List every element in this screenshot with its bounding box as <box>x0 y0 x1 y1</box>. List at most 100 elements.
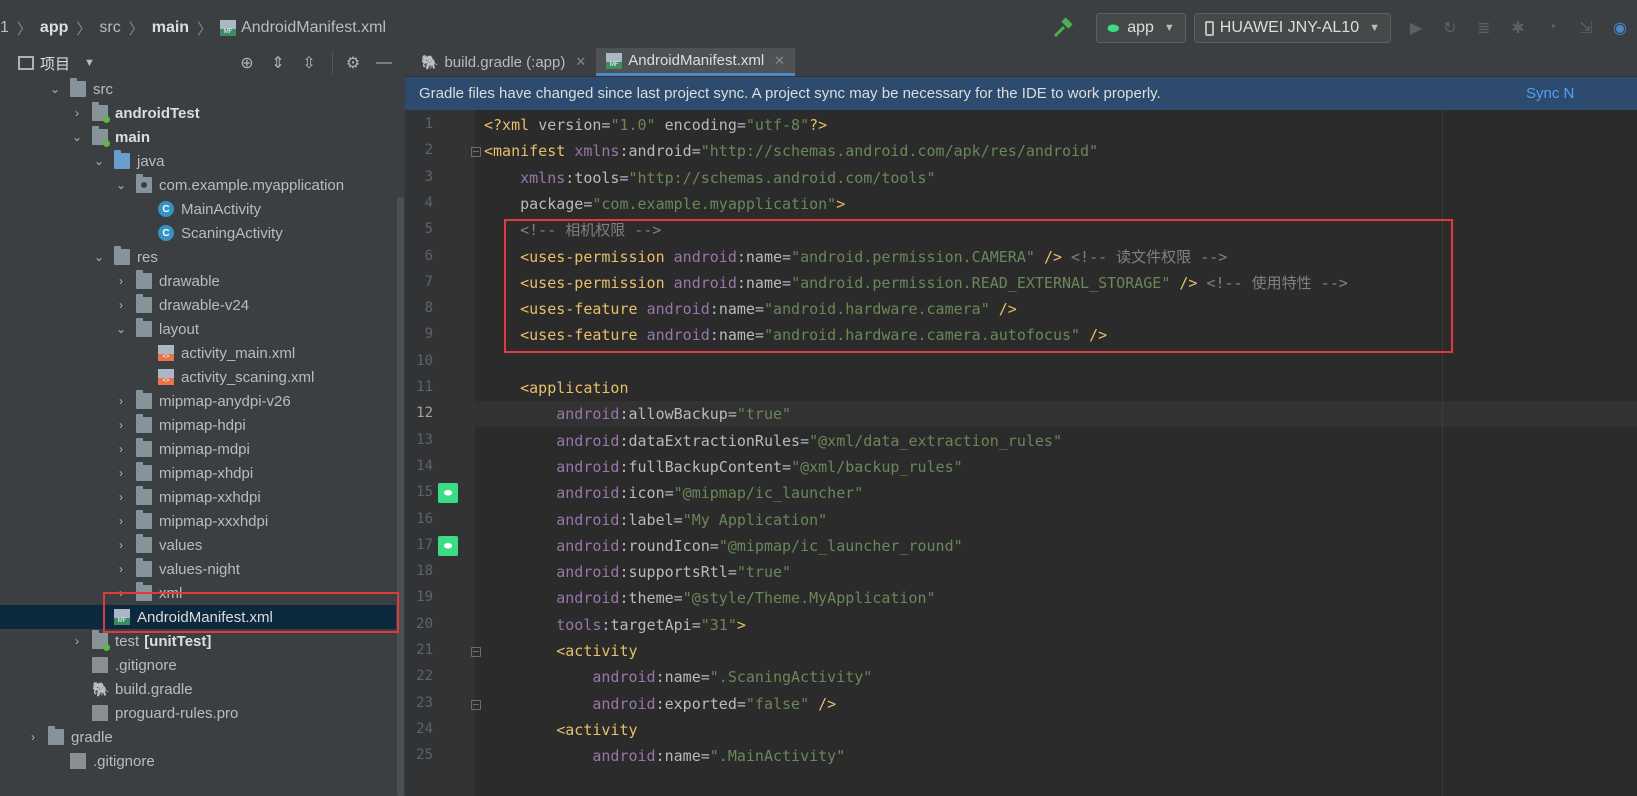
sync-now-link[interactable]: Sync N <box>1526 85 1574 102</box>
android-icon[interactable]: ⬬ <box>438 536 458 556</box>
chevron-down-icon[interactable]: ⌄ <box>92 154 106 168</box>
chevron-down-icon[interactable]: ▼ <box>84 57 95 69</box>
hammer-icon[interactable] <box>1050 15 1076 41</box>
run-icon[interactable]: ▶ <box>1405 17 1427 39</box>
chevron-right-icon[interactable]: › <box>114 394 128 408</box>
chevron-right-icon[interactable]: › <box>114 298 128 312</box>
code-line[interactable]: android:dataExtractionRules="@xml/data_e… <box>484 428 1062 454</box>
gear-icon[interactable]: ⚙ <box>342 52 364 74</box>
close-icon[interactable]: ✕ <box>774 53 785 69</box>
code-line[interactable]: android:theme="@style/Theme.MyApplicatio… <box>484 585 935 611</box>
tree-item-androidtest[interactable]: › androidTest <box>0 101 396 125</box>
chevron-right-icon[interactable]: › <box>114 538 128 552</box>
run-config-select[interactable]: ⬬ app ▼ <box>1096 13 1186 43</box>
tree-item-root-gitignore[interactable]: .gitignore <box>0 749 396 773</box>
fold-marker-icon[interactable] <box>471 147 481 158</box>
chevron-right-icon[interactable]: › <box>70 106 84 120</box>
chevron-right-icon[interactable]: › <box>70 634 84 648</box>
code-line[interactable]: android:roundIcon="@mipmap/ic_launcher_r… <box>484 533 962 559</box>
tree-item-mipmap-anydpi[interactable]: › mipmap-anydpi-v26 <box>0 389 396 413</box>
tree-item-activity-main-xml[interactable]: <> activity_main.xml <box>0 341 396 365</box>
breadcrumb-app[interactable]: app <box>40 19 68 37</box>
tree-item-main[interactable]: ⌄ main <box>0 125 396 149</box>
code-line[interactable]: xmlns:tools="http://schemas.android.com/… <box>484 165 935 191</box>
close-icon[interactable]: ✕ <box>575 54 586 70</box>
chevron-right-icon[interactable]: › <box>114 562 128 576</box>
globe-icon[interactable]: ◉ <box>1609 17 1631 39</box>
tree-item-drawable-v24[interactable]: › drawable-v24 <box>0 293 396 317</box>
tree-item-values-night[interactable]: › values-night <box>0 557 396 581</box>
profile-icon[interactable]: ◔ <box>1541 17 1563 39</box>
minimize-icon[interactable]: — <box>373 52 395 74</box>
tree-item-java[interactable]: ⌄ java <box>0 149 396 173</box>
breadcrumb-main[interactable]: main <box>152 19 189 37</box>
device-select[interactable]: HUAWEI JNY-AL10 ▼ <box>1193 13 1391 43</box>
code-line[interactable]: android:exported="false" /> <box>484 691 836 717</box>
chevron-down-icon[interactable]: ⌄ <box>48 82 62 96</box>
code-line[interactable]: android:fullBackupContent="@xml/backup_r… <box>484 454 962 480</box>
breadcrumb-file[interactable]: AndroidManifest.xml <box>241 19 386 37</box>
coverage-icon[interactable]: ≣ <box>1473 17 1495 39</box>
code-line[interactable]: android:name=".ScaningActivity" <box>484 664 872 690</box>
tab-build-gradle[interactable]: 🐘 build.gradle (:app) ✕ <box>411 48 596 76</box>
line-number: 24 <box>416 720 433 737</box>
chevron-right-icon[interactable]: › <box>26 730 40 744</box>
code-line[interactable]: <activity <box>484 717 637 743</box>
apply-changes-icon[interactable]: ↻ <box>1439 17 1461 39</box>
code-line[interactable]: android:allowBackup="true" <box>484 401 791 427</box>
chevron-right-icon[interactable]: › <box>114 442 128 456</box>
code-line[interactable]: android:icon="@mipmap/ic_launcher" <box>484 480 863 506</box>
tree-item-layout[interactable]: ⌄ layout <box>0 317 396 341</box>
tree-item-label: .gitignore <box>93 752 155 770</box>
code-line[interactable]: <activity <box>484 638 637 664</box>
tree-item-proguard[interactable]: proguard-rules.pro <box>0 701 396 725</box>
tree-item-mipmap-hdpi[interactable]: › mipmap-hdpi <box>0 413 396 437</box>
tree-item-drawable[interactable]: › drawable <box>0 269 396 293</box>
chevron-right-icon[interactable]: › <box>114 466 128 480</box>
chevron-right-icon[interactable]: › <box>114 274 128 288</box>
android-icon[interactable]: ⬬ <box>438 483 458 503</box>
code-line[interactable]: <?xml version="1.0" encoding="utf-8"?> <box>484 112 827 138</box>
tree-item-values[interactable]: › values <box>0 533 396 557</box>
code-line[interactable]: <manifest xmlns:android="http://schemas.… <box>484 138 1098 164</box>
tree-item-src[interactable]: ⌄ src <box>0 77 396 101</box>
tree-scrollbar[interactable] <box>397 197 404 796</box>
collapse-all-icon[interactable]: ⇳ <box>298 52 320 74</box>
tree-item-mipmap-xxxhdpi[interactable]: › mipmap-xxxhdpi <box>0 509 396 533</box>
chevron-right-icon[interactable]: › <box>114 514 128 528</box>
code-line[interactable]: android:supportsRtl="true" <box>484 559 791 585</box>
tree-item-scaningactivity[interactable]: C ScaningActivity <box>0 221 396 245</box>
code-line[interactable]: package="com.example.myapplication"> <box>484 191 845 217</box>
tree-item-mipmap-xxhdpi[interactable]: › mipmap-xxhdpi <box>0 485 396 509</box>
chevron-right-icon[interactable]: › <box>114 418 128 432</box>
fold-marker-icon[interactable] <box>471 647 481 657</box>
chevron-down-icon[interactable]: ⌄ <box>70 130 84 144</box>
code-line[interactable]: android:name=".MainActivity" <box>484 743 845 769</box>
tree-item-gitignore[interactable]: .gitignore <box>0 653 396 677</box>
code-editor[interactable]: 1 <?xml version="1.0" encoding="utf-8"?> 2… <box>405 110 1637 796</box>
code-line[interactable]: android:label="My Application" <box>484 507 827 533</box>
fold-marker-icon[interactable] <box>471 699 481 710</box>
code-line[interactable]: tools:targetApi="31"> <box>484 612 746 638</box>
chevron-right-icon[interactable]: › <box>114 490 128 504</box>
breadcrumb-root[interactable]: 1 <box>0 19 9 37</box>
tab-androidmanifest[interactable]: MF AndroidManifest.xml ✕ <box>596 48 796 76</box>
tree-item-package[interactable]: ⌄ com.example.myapplication <box>0 173 396 197</box>
tree-item-mipmap-xhdpi[interactable]: › mipmap-xhdpi <box>0 461 396 485</box>
debug-icon[interactable]: ✱ <box>1507 17 1529 39</box>
chevron-down-icon[interactable]: ⌄ <box>92 250 106 264</box>
tree-item-activity-scaning-xml[interactable]: <> activity_scaning.xml <box>0 365 396 389</box>
code-line[interactable]: <application <box>484 375 628 401</box>
breadcrumb-src[interactable]: src <box>99 19 120 37</box>
tree-item-build-gradle[interactable]: 🐘 build.gradle <box>0 677 396 701</box>
select-opened-file-icon[interactable]: ⊕ <box>236 52 258 74</box>
attach-icon[interactable]: ⇲ <box>1575 17 1597 39</box>
tree-item-mipmap-mdpi[interactable]: › mipmap-mdpi <box>0 437 396 461</box>
tree-item-gradle[interactable]: › gradle <box>0 725 396 749</box>
project-view-title[interactable]: 项目 <box>40 53 70 74</box>
tree-item-mainactivity[interactable]: C MainActivity <box>0 197 396 221</box>
expand-all-icon[interactable]: ⇕ <box>267 52 289 74</box>
tree-item-res[interactable]: ⌄ res <box>0 245 396 269</box>
chevron-down-icon[interactable]: ⌄ <box>114 178 128 192</box>
chevron-down-icon[interactable]: ⌄ <box>114 322 128 336</box>
